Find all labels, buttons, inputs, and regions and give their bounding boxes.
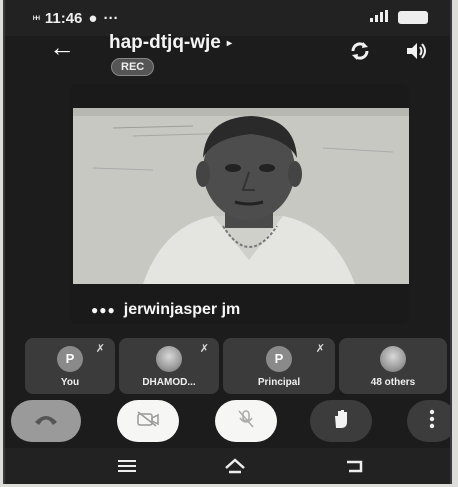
avatar: P	[266, 346, 292, 372]
mic-toggle-button[interactable]	[215, 400, 277, 442]
participant-label: DHAMOD...	[142, 377, 196, 388]
participant-tile-dhamod[interactable]: ✗ DHAMOD...	[119, 338, 219, 394]
avatar-group	[380, 346, 406, 372]
mic-off-icon: ✗	[315, 343, 325, 355]
chevron-right-icon: ▸	[226, 37, 232, 49]
switch-camera-icon[interactable]	[349, 40, 371, 62]
participant-name: ●●● jerwinjasper jm	[91, 301, 240, 319]
mic-off-icon	[237, 409, 255, 434]
speaker-icon[interactable]	[405, 40, 427, 62]
more-options-button[interactable]	[407, 400, 450, 442]
network-icon	[370, 10, 394, 25]
status-more-icon: ···	[103, 10, 119, 27]
participant-label: Principal	[257, 377, 301, 388]
mic-off-icon: ✗	[95, 343, 105, 355]
video-toggle-button[interactable]	[117, 400, 179, 442]
status-left: ᴴᴴ 11:46 ● ···	[33, 10, 118, 27]
participant-tile-principal[interactable]: P ✗ Principal	[223, 338, 335, 394]
main-video-tile[interactable]: ●●● jerwinjasper jm	[69, 84, 409, 324]
participant-label: You	[60, 377, 80, 388]
phone-screen: ᴴᴴ 11:46 ● ··· ← hap-dtjq-wje ▸ REC ●●● …	[3, 0, 452, 484]
back-arrow-icon[interactable]: ←	[49, 34, 75, 60]
status-time: 11:46	[44, 10, 83, 27]
audio-level-icon: ●●●	[91, 303, 116, 317]
meeting-code: hap-dtjq-wje	[109, 32, 221, 53]
meeting-title[interactable]: hap-dtjq-wje ▸	[109, 32, 232, 54]
participant-label: 48 others	[370, 377, 416, 388]
status-bar: ᴴᴴ 11:46 ● ···	[5, 0, 450, 36]
recording-badge: REC	[111, 58, 155, 76]
status-right	[370, 10, 428, 25]
avatar	[156, 346, 182, 372]
avatar: P	[57, 346, 83, 372]
raise-hand-icon	[331, 408, 351, 435]
participant-strip: P ✗ You ✗ DHAMOD... P ✗ Principal 48 oth…	[15, 338, 450, 394]
battery-icon	[398, 11, 428, 24]
participant-tile-you[interactable]: P ✗ You	[25, 338, 115, 394]
system-nav-bar	[5, 448, 450, 484]
participant-video	[73, 108, 409, 284]
end-call-button[interactable]	[11, 400, 81, 442]
more-vert-icon	[429, 409, 435, 434]
home-icon[interactable]	[223, 456, 247, 476]
mic-off-icon: ✗	[199, 343, 209, 355]
notification-icon: ●	[88, 10, 98, 27]
participant-tile-others[interactable]: 48 others	[339, 338, 447, 394]
video-off-icon	[136, 410, 160, 433]
call-controls	[5, 396, 450, 446]
phone-hangup-icon	[33, 412, 59, 431]
recent-apps-icon[interactable]	[115, 456, 139, 476]
signal-icon: ᴴᴴ	[33, 13, 40, 24]
back-icon[interactable]	[343, 456, 367, 476]
participant-name-label: jerwinjasper jm	[123, 301, 241, 318]
raise-hand-button[interactable]	[310, 400, 372, 442]
